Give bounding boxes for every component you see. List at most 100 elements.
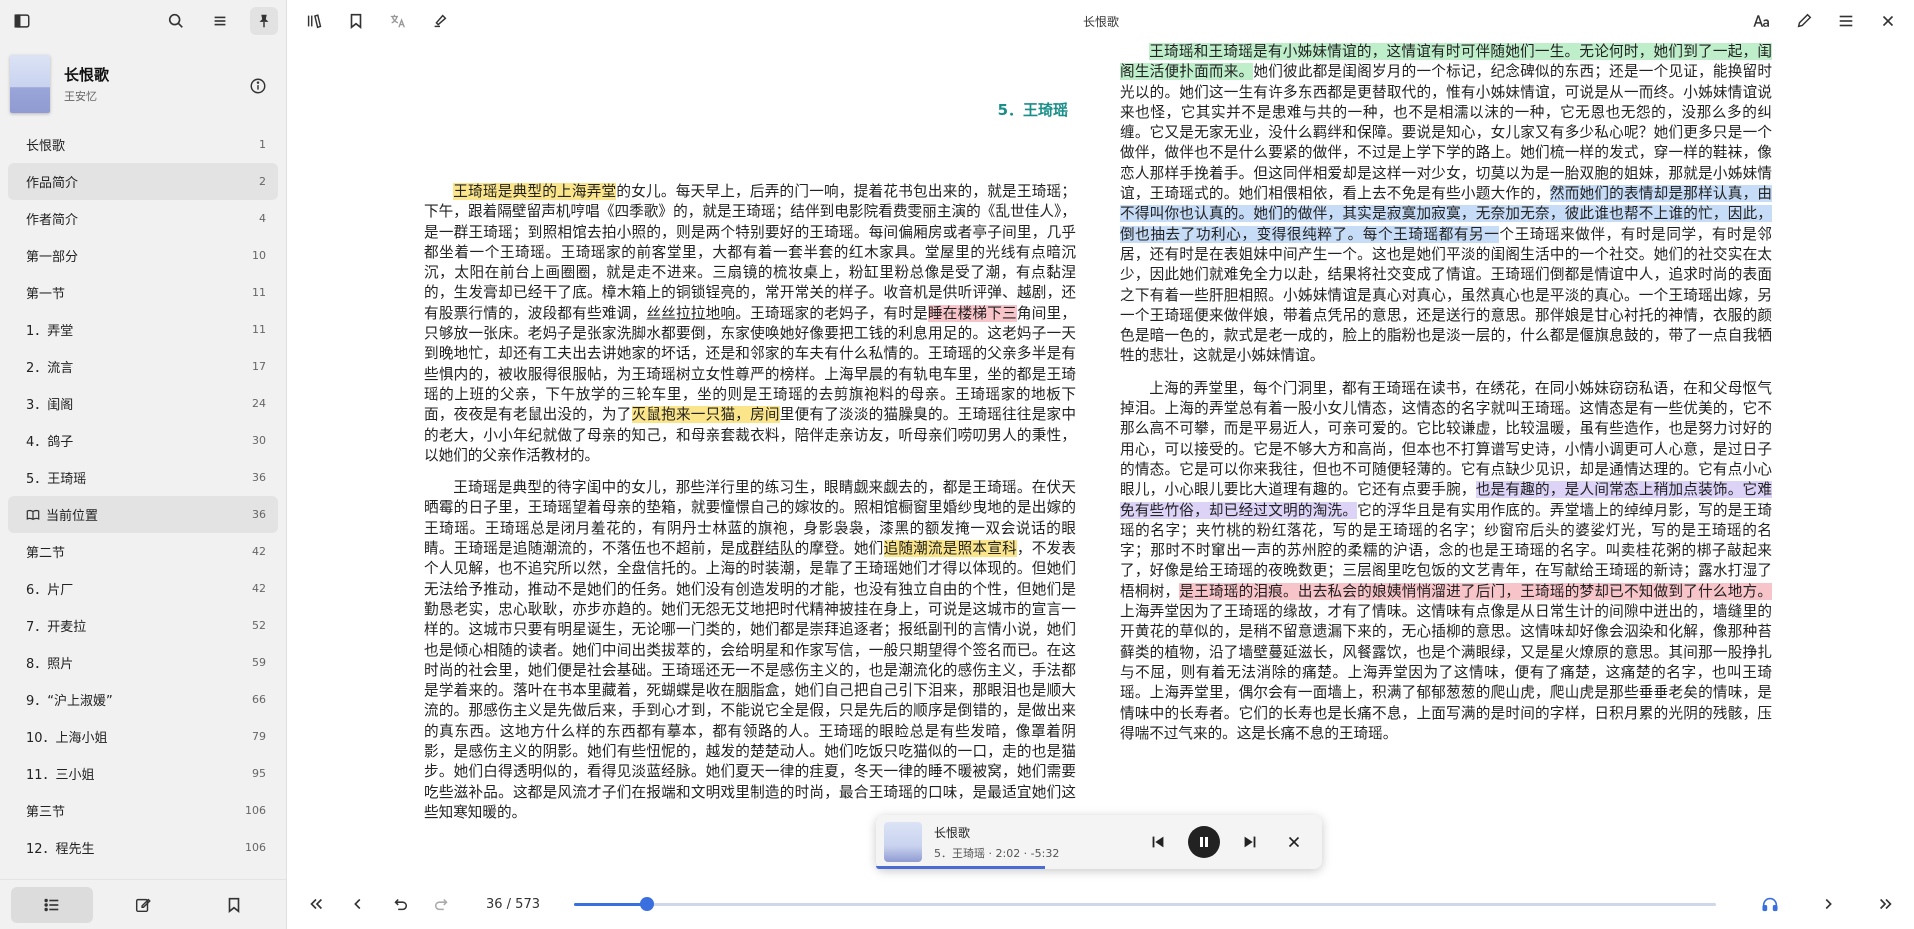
toc-item-page: 24 <box>252 397 266 410</box>
sidebar-toggle-icon[interactable] <box>8 7 36 35</box>
toc-item[interactable]: 长恨歌 1 <box>8 126 278 163</box>
undo-icon[interactable] <box>386 890 414 918</box>
previous-page-icon[interactable] <box>344 890 372 918</box>
toc-item-label: 作品简介 <box>26 176 79 191</box>
pin-icon[interactable] <box>250 7 278 35</box>
sidebar-toolbar <box>0 0 286 42</box>
toc-item[interactable]: 6．片厂 42 <box>8 570 278 607</box>
text-run: 个王琦瑶来做伴，有时是同学，有时是邻居，还有时是在表姐妹中间产生一个。这也是她们… <box>1120 225 1772 365</box>
annotations-tab[interactable] <box>102 887 184 923</box>
toc-item-page: 36 <box>252 508 266 521</box>
toc-item-label: 2．流言 <box>26 361 74 376</box>
left-page: 5．王琦瑶 王琦瑶是典型的上海弄堂的女儿。每天早上，后弄的门一响，提着花书包出来… <box>424 42 1076 882</box>
bookmarks-tab[interactable] <box>193 887 275 923</box>
toc-item[interactable]: 第一部分 10 <box>8 237 278 274</box>
toc-item-label: 第三节 <box>26 805 66 820</box>
book-card[interactable]: 长恨歌 王安忆 <box>0 42 286 126</box>
toc-item[interactable]: 第二节 42 <box>8 533 278 570</box>
reader-app: 长恨歌 王安忆 长恨歌 1 作品简介 2 作者简介 4 第一部分 10 第一节 11 1．弄堂 11 2… <box>0 0 1914 929</box>
progress-fill <box>574 902 648 906</box>
toc-item-page: 66 <box>252 693 266 706</box>
toc-item-label: 长恨歌 <box>26 139 66 154</box>
toc-item[interactable]: 9．“沪上淑媛” 66 <box>8 681 278 718</box>
toc-item[interactable]: 作者简介 4 <box>8 200 278 237</box>
table-of-contents: 长恨歌 1 作品简介 2 作者简介 4 第一部分 10 第一节 11 1．弄堂 11 2．流言 17 3．闺… <box>8 126 278 873</box>
window-title: 长恨歌 <box>1082 14 1119 29</box>
toc-item-label: 10．上海小姐 <box>26 731 108 746</box>
highlighted-text[interactable]: 是王琦瑶的泪痕。出去私会的娘姨悄悄溜进了后门，王琦瑶的梦却已不知做到了什么地方。 <box>1179 582 1772 600</box>
toc-item-page: 30 <box>252 434 266 447</box>
toc-item-page: 106 <box>245 841 266 854</box>
right-page-text[interactable]: 王琦瑶和王琦瑶是有小姊妹情谊的，这情谊有时可伴随她们一生。无论何时，她们到了一起… <box>1120 42 1772 744</box>
translate-icon[interactable] <box>384 7 412 35</box>
toc-item-page: 42 <box>252 545 266 558</box>
pause-button[interactable] <box>1188 826 1220 858</box>
info-icon[interactable] <box>244 72 272 100</box>
toc-item-page: 2 <box>259 175 266 188</box>
progress-knob[interactable] <box>640 897 655 911</box>
player-subtitle: 5．王琦瑶 · 2:02 · -5:32 <box>934 846 1060 860</box>
skip-next-icon[interactable] <box>1236 828 1264 856</box>
hamburger-menu-icon[interactable] <box>1832 7 1860 35</box>
edit-icon <box>135 898 151 912</box>
skip-previous-icon[interactable] <box>1144 828 1172 856</box>
toc-item[interactable]: 12．程先生 106 <box>8 829 278 866</box>
toc-item-label: 6．片厂 <box>26 583 74 598</box>
toc-item[interactable]: 5．王琦瑶 36 <box>8 459 278 496</box>
last-page-icon[interactable] <box>1872 890 1900 918</box>
toc-tab[interactable] <box>10 886 93 923</box>
toc-item[interactable]: 第一节 11 <box>8 274 278 311</box>
highlighted-text[interactable]: 追随潮流是照本宣科 <box>883 540 1017 558</box>
toc-item-label: 第二节 <box>26 546 66 561</box>
pen-icon[interactable] <box>1790 7 1818 35</box>
toc-item-label: 第一节 <box>26 287 66 302</box>
highlight-icon[interactable] <box>426 7 454 35</box>
toc-item-label: 9．“沪上淑媛” <box>26 694 113 709</box>
font-settings-icon[interactable] <box>1748 7 1776 35</box>
book-title: 长恨歌 <box>64 66 110 84</box>
toc-item-label: 1．弄堂 <box>26 324 74 339</box>
headphones-icon[interactable] <box>1756 890 1784 918</box>
highlighted-text[interactable]: 灭鼠抱来一只猫，房间 <box>631 406 780 424</box>
close-icon[interactable] <box>1874 7 1902 35</box>
toc-item[interactable]: 2．流言 17 <box>8 348 278 385</box>
toc-item[interactable]: 11．三小姐 95 <box>8 755 278 792</box>
toc-item-page: 10 <box>252 249 266 262</box>
player-cover <box>884 822 922 862</box>
bookmark-icon <box>229 897 240 913</box>
progress-slider[interactable] <box>574 897 1716 911</box>
highlighted-text[interactable]: 丝丝拉拉地响 <box>646 305 735 322</box>
highlighted-text[interactable]: 成群结队 <box>735 540 794 557</box>
menu-icon[interactable] <box>206 7 234 35</box>
player-progress <box>876 866 1046 869</box>
redo-icon[interactable] <box>428 890 456 918</box>
next-page-icon[interactable] <box>1814 890 1842 918</box>
highlighted-text[interactable]: 王琦瑶是典型的上海弄堂 <box>453 183 617 200</box>
toc-item[interactable]: 8．照片 59 <box>8 644 278 681</box>
left-page-text[interactable]: 王琦瑶是典型的上海弄堂的女儿。每天早上，后弄的门一响，提着花书包出来的，就是王琦… <box>424 182 1076 823</box>
toc-item[interactable]: 7．开麦拉 52 <box>8 607 278 644</box>
toc-current-position[interactable]: 当前位置 36 <box>8 496 278 533</box>
first-page-icon[interactable] <box>302 890 330 918</box>
toc-item[interactable]: 4．鸽子 30 <box>8 422 278 459</box>
text-run: 上海弄堂因为了王琦瑶的缘故，才有了情味。这情味有点像是从日常生计的间隙中迸出的，… <box>1120 603 1772 742</box>
right-page: 王琦瑶和王琦瑶是有小姊妹情谊的，这情谊有时可伴随她们一生。无论何时，她们到了一起… <box>1120 42 1772 882</box>
close-player-icon[interactable] <box>1280 828 1308 856</box>
toc-item-page: 11 <box>252 323 266 336</box>
text-run: ，不发表个人见解，也不追究所以然，全盘信托的。上海的时装潮，是靠了王琦瑶她们才得… <box>424 540 1076 821</box>
toc-item[interactable]: 10．上海小姐 79 <box>8 718 278 755</box>
toc-item-label: 12．程先生 <box>26 842 95 857</box>
search-icon[interactable] <box>162 7 190 35</box>
toc-item[interactable]: 1．弄堂 11 <box>8 311 278 348</box>
library-icon[interactable] <box>300 7 328 35</box>
toc-item[interactable]: 作品简介 2 <box>8 163 278 200</box>
reader-header: 长恨歌 <box>288 0 1914 42</box>
toc-item[interactable]: 3．闺阁 24 <box>8 385 278 422</box>
bookmark-icon[interactable] <box>342 7 370 35</box>
toc-item-page: 106 <box>245 804 266 817</box>
toc-item-label: 作者简介 <box>26 213 79 228</box>
toc-item-page: 95 <box>252 767 266 780</box>
toc-item[interactable]: 第三节 106 <box>8 792 278 829</box>
toc-item-label: 第一部分 <box>26 250 79 265</box>
highlighted-text[interactable]: 睡在楼梯下三 <box>927 304 1017 322</box>
